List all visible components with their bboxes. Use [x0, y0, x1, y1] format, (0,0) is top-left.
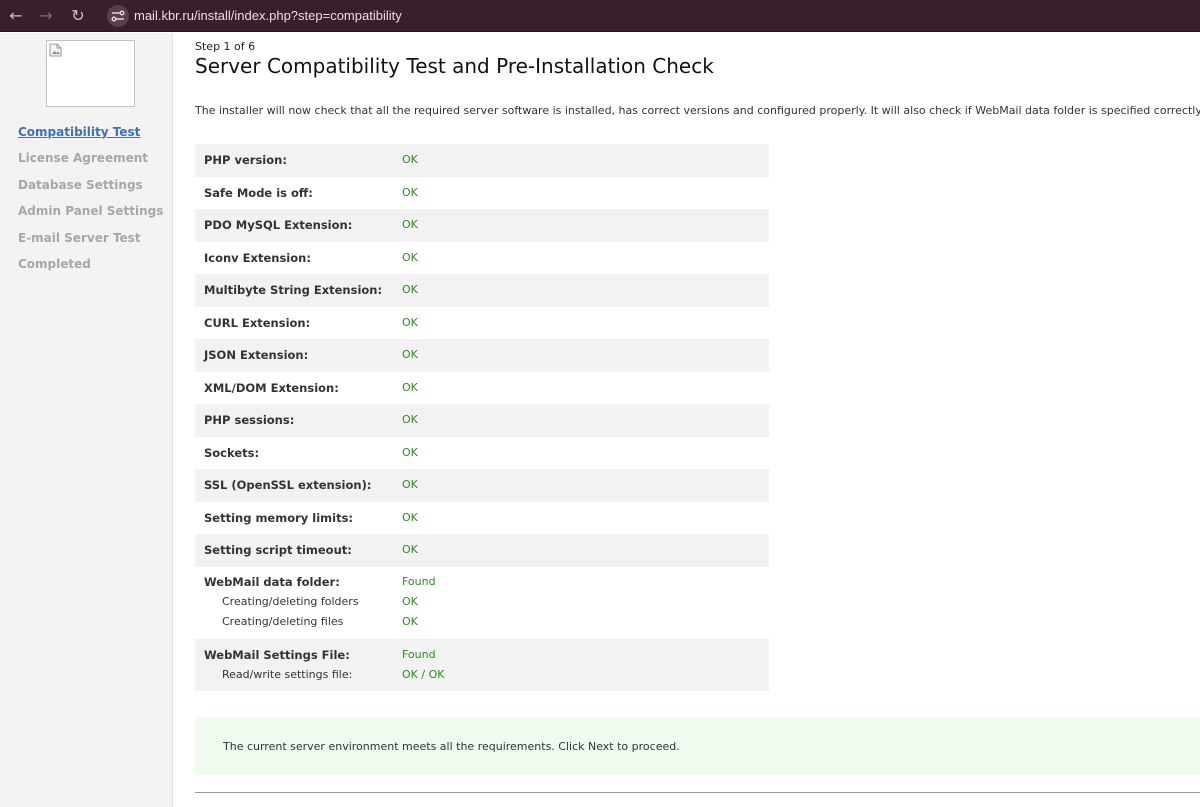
- settings-file-check: WebMail Settings File: Found Read/write …: [195, 638, 769, 691]
- check-status: OK: [402, 153, 418, 166]
- check-status: OK: [402, 218, 418, 231]
- check-label: Multibyte String Extension:: [204, 283, 383, 297]
- divider: [195, 792, 1200, 793]
- check-status: OK: [402, 250, 418, 264]
- broken-image-icon: [49, 43, 62, 57]
- sub-check-status: OK: [402, 594, 418, 608]
- check-label: Setting script timeout:: [204, 543, 352, 557]
- check-row: SSL (OpenSSL extension): OK: [195, 469, 769, 502]
- check-label: SSL (OpenSSL extension):: [204, 478, 372, 492]
- check-status: Found: [402, 574, 436, 588]
- address-bar[interactable]: mail.kbr.ru/install/index.php?step=compa…: [134, 3, 402, 29]
- sidebar: Compatibility Test License Agreement Dat…: [0, 33, 173, 807]
- check-label: WebMail data folder:: [204, 574, 340, 589]
- intro-text: The installer will now check that all th…: [195, 104, 1200, 117]
- sub-check-label: Creating/deleting folders: [222, 594, 359, 608]
- install-steps-nav: Compatibility Test License Agreement Dat…: [18, 123, 163, 281]
- check-row: Multibyte String Extension: OK: [195, 274, 769, 307]
- compatibility-checks: PHP version: OK Safe Mode is off: OK PDO…: [195, 144, 769, 691]
- check-status: OK: [402, 185, 418, 199]
- sub-check-status: OK / OK: [402, 667, 445, 681]
- sub-check-label: Creating/deleting files: [222, 614, 344, 628]
- check-label: PHP version:: [204, 153, 287, 167]
- check-row: PHP version: OK: [195, 144, 769, 177]
- check-label: CURL Extension:: [204, 315, 311, 330]
- check-row: Iconv Extension: OK: [195, 242, 769, 275]
- check-status: OK: [402, 445, 418, 459]
- step-email-server-test: E-mail Server Test: [18, 230, 141, 245]
- check-row: PDO MySQL Extension: OK: [195, 209, 769, 242]
- result-message: The current server environment meets all…: [223, 740, 680, 753]
- back-arrow-icon[interactable]: ←: [3, 3, 29, 29]
- check-label: Sockets:: [204, 445, 260, 460]
- step-database-settings: Database Settings: [18, 177, 143, 192]
- check-label: Setting memory limits:: [204, 510, 354, 525]
- check-label: WebMail Settings File:: [204, 647, 350, 662]
- check-label: Iconv Extension:: [204, 250, 311, 265]
- check-status: OK: [402, 315, 418, 329]
- reload-icon[interactable]: ↻: [65, 3, 91, 29]
- step-license-agreement: License Agreement: [18, 151, 149, 166]
- check-row: Sockets: OK: [195, 437, 769, 470]
- step-admin-panel-settings: Admin Panel Settings: [18, 204, 164, 219]
- check-label: JSON Extension:: [204, 348, 309, 362]
- forward-arrow-icon[interactable]: →: [33, 3, 59, 29]
- check-row: XML/DOM Extension: OK: [195, 372, 769, 405]
- check-row: Safe Mode is off: OK: [195, 177, 769, 210]
- site-info-icon[interactable]: [107, 5, 129, 27]
- check-label: PHP sessions:: [204, 413, 295, 427]
- check-row: Setting script timeout: OK: [195, 534, 769, 567]
- check-row: JSON Extension: OK: [195, 339, 769, 372]
- logo-image: [46, 40, 135, 107]
- check-status: OK: [402, 510, 418, 524]
- check-label: XML/DOM Extension:: [204, 380, 339, 395]
- check-status: OK: [402, 543, 418, 556]
- check-status: OK: [402, 413, 418, 426]
- check-status: OK: [402, 380, 418, 394]
- step-compatibility-test[interactable]: Compatibility Test: [18, 123, 163, 149]
- data-folder-check: WebMail data folder: Found Creating/dele…: [195, 567, 769, 639]
- step-completed: Completed: [18, 256, 91, 271]
- check-status: OK: [402, 283, 418, 296]
- check-row: Setting memory limits: OK: [195, 502, 769, 535]
- check-status: Found: [402, 647, 436, 661]
- check-row: CURL Extension: OK: [195, 307, 769, 340]
- check-label: PDO MySQL Extension:: [204, 218, 353, 232]
- check-label: Safe Mode is off:: [204, 185, 313, 200]
- check-status: OK: [402, 348, 418, 361]
- check-status: OK: [402, 478, 418, 491]
- check-row: PHP sessions: OK: [195, 404, 769, 437]
- main-content: Step 1 of 6 Server Compatibility Test an…: [195, 33, 1200, 807]
- sub-check-status: OK: [402, 614, 418, 628]
- page-title: Server Compatibility Test and Pre-Instal…: [195, 54, 714, 78]
- result-message-box: The current server environment meets all…: [195, 718, 1200, 775]
- browser-toolbar: ← → ↻ mail.kbr.ru/install/index.php?step…: [0, 0, 1200, 32]
- step-indicator: Step 1 of 6: [195, 40, 256, 53]
- sub-check-label: Read/write settings file:: [222, 667, 353, 681]
